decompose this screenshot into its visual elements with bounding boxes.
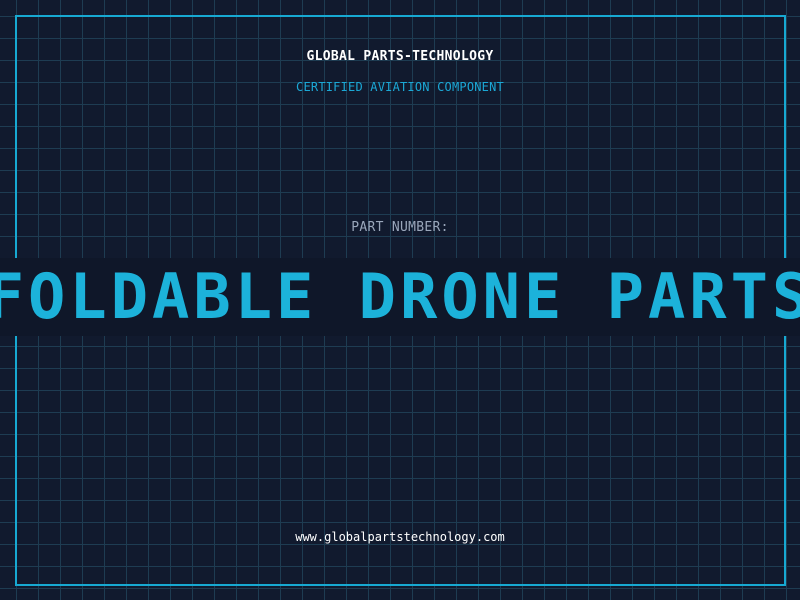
part-number-label: PART NUMBER: [351,220,449,235]
part-number-band: FOLDABLE DRONE PARTS [0,258,800,336]
website-url: www.globalpartstechnology.com [295,530,505,544]
brand-tagline: CERTIFIED AVIATION COMPONENT [296,80,504,94]
brand-name: GLOBAL PARTS-TECHNOLOGY [306,49,494,64]
part-number-value: FOLDABLE DRONE PARTS [0,260,800,333]
